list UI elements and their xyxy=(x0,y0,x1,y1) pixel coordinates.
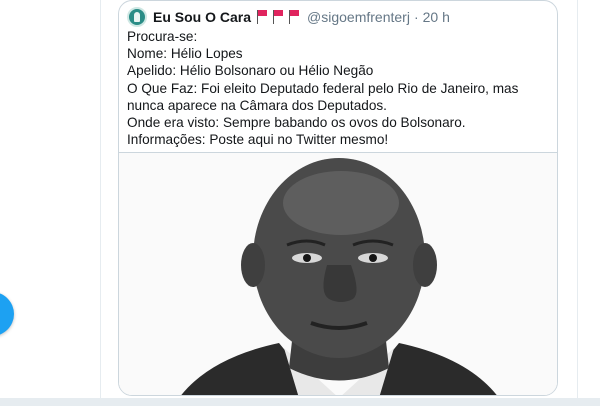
tweet-line: O Que Faz: Foi eleito Deputado federal p… xyxy=(127,80,519,113)
quoted-tweet-text: Procura-se: Nome: Hélio Lopes Apelido: H… xyxy=(127,28,555,148)
tweet-line: Procura-se: xyxy=(127,29,198,44)
avatar[interactable] xyxy=(127,7,147,27)
timestamp[interactable]: 20 h xyxy=(423,9,450,25)
compose-tweet-button[interactable] xyxy=(0,292,14,336)
quoted-tweet-header: Eu Sou O Cara @sigoemfrenterj · 20 h xyxy=(127,7,450,27)
tweet-line: Informações: Poste aqui no Twitter mesmo… xyxy=(127,132,389,148)
separator-dot: · xyxy=(413,9,419,25)
red-flag-icon xyxy=(255,9,269,25)
tweet-line: Nome: Hélio Lopes xyxy=(127,46,243,62)
tweet-line: Apelido: Hélio Bolsonaro ou Hélio Negão xyxy=(127,63,374,79)
display-name[interactable]: Eu Sou O Cara xyxy=(153,9,251,25)
red-flag-icon xyxy=(271,9,285,25)
portrait-image xyxy=(119,153,557,395)
tweet-line: Onde era visto: Sempre babando os ovos d… xyxy=(127,115,466,131)
user-handle[interactable]: @sigoemfrenterj xyxy=(307,9,410,25)
tweet-photo[interactable] xyxy=(119,152,557,395)
quoted-tweet-card[interactable]: Eu Sou O Cara @sigoemfrenterj · 20 h Pro… xyxy=(118,0,558,396)
red-flag-icon xyxy=(287,9,301,25)
timeline-divider xyxy=(0,398,600,406)
